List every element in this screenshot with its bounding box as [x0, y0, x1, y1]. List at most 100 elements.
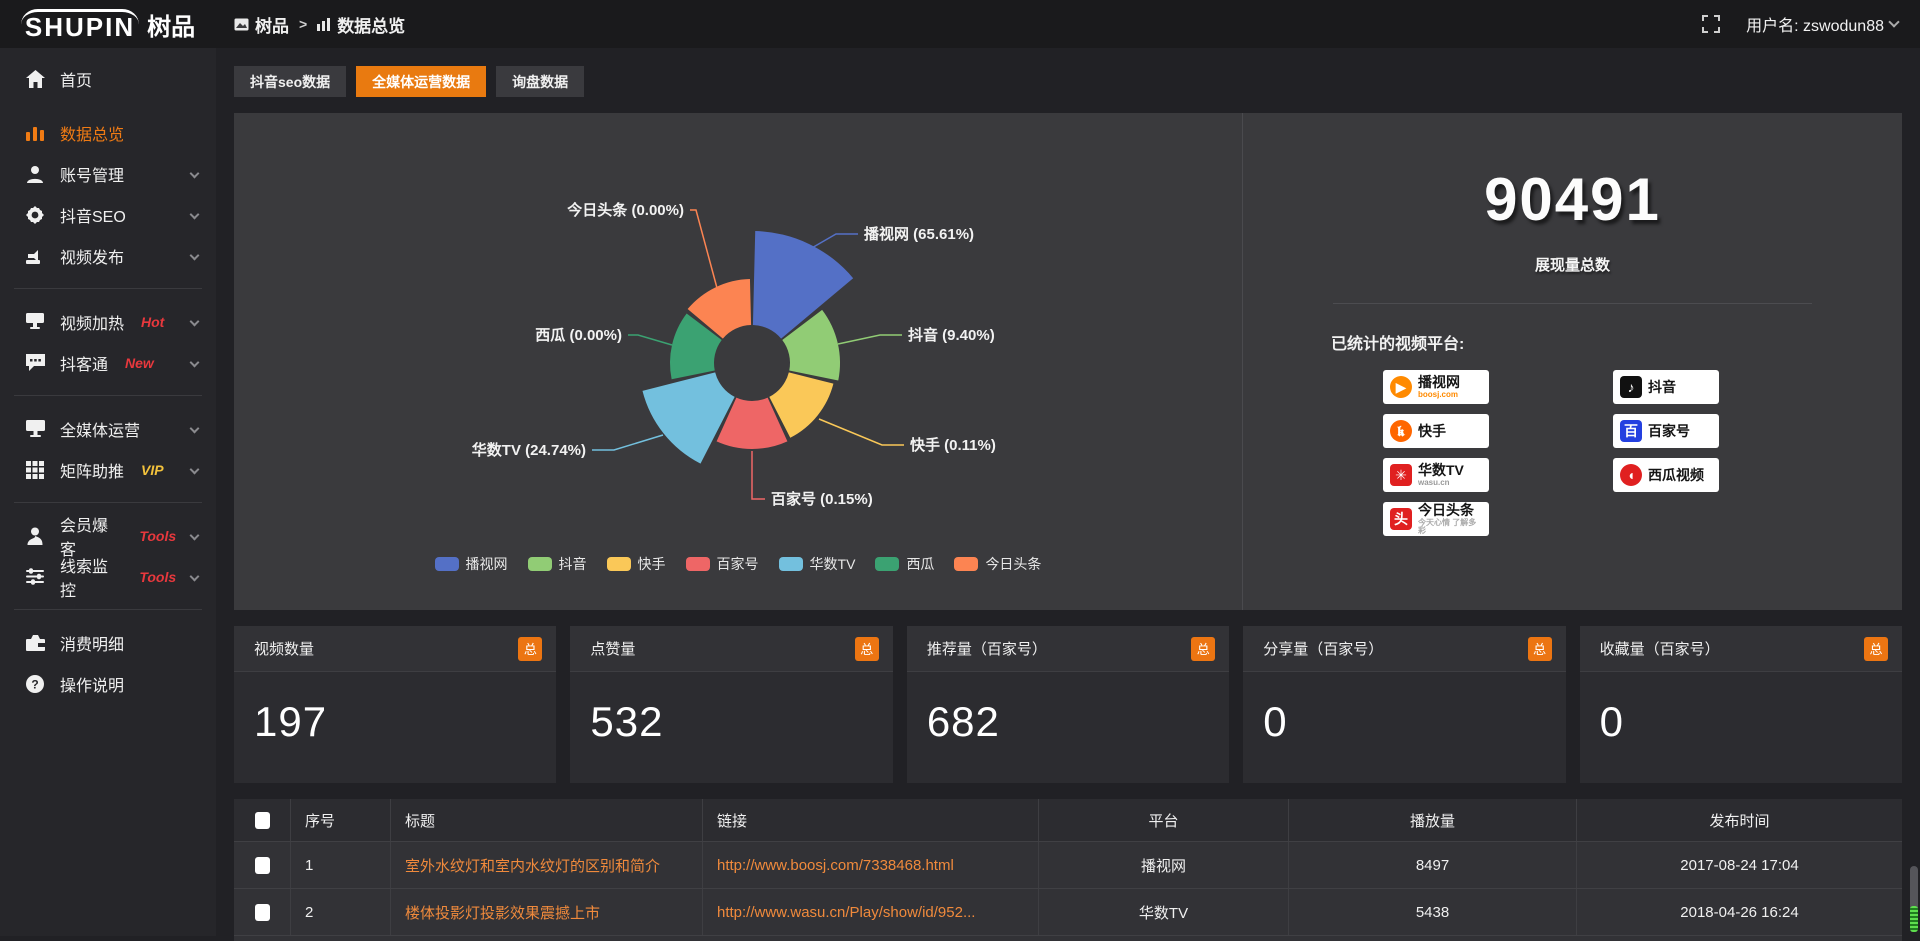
sidebar-item-badge: Tools	[139, 569, 176, 585]
row-checkbox[interactable]	[255, 904, 270, 921]
legend-label: 百家号	[717, 554, 759, 574]
sidebar-item-label: 消费明细	[60, 631, 124, 655]
tab-inactive[interactable]: 抖音seo数据	[234, 66, 346, 97]
table-cell: 1	[290, 842, 390, 888]
pie-label: 华数TV (24.74%)	[472, 441, 586, 459]
legend-label: 西瓜	[906, 554, 934, 574]
legend-label: 快手	[638, 554, 666, 574]
table-cell: 2017-08-24 17:04	[1576, 842, 1902, 888]
platform-badge-name: 西瓜视频	[1648, 468, 1704, 482]
sidebar-item-home[interactable]: 首页	[0, 58, 216, 99]
sidebar-item-label: 视频加热	[60, 310, 124, 334]
pie-label-line	[752, 451, 765, 499]
breadcrumb-label: 数据总览	[337, 12, 405, 37]
stat-card-header: 分享量（百家号）总	[1243, 626, 1565, 672]
sidebar-item-badge: Hot	[141, 314, 164, 330]
pie-slice-1[interactable]	[753, 231, 853, 339]
sidebar-item-grid[interactable]: 矩阵助推VIP	[0, 449, 216, 490]
pie-label-line	[592, 435, 663, 450]
legend-item[interactable]: 西瓜	[875, 554, 934, 574]
table-cell: 2	[290, 889, 390, 935]
total-badge[interactable]: 总	[1528, 637, 1552, 661]
video-title-link[interactable]: 楼体投影灯投影效果震撼上市	[390, 889, 702, 935]
stat-card-value: 0	[1580, 672, 1902, 746]
heat-icon	[26, 312, 45, 331]
stat-card-header: 视频数量总	[234, 626, 556, 672]
fullscreen-icon[interactable]	[1702, 15, 1720, 33]
抖音-logo-icon: ♪	[1620, 376, 1642, 398]
sidebar-item-publish[interactable]: 视频发布	[0, 235, 216, 276]
sidebar-item-sliders[interactable]: 线索监控Tools	[0, 556, 216, 597]
sidebar-divider	[14, 502, 202, 503]
sidebar-item-label: 数据总览	[60, 121, 124, 145]
sidebar-item-wallet[interactable]: 消费明细	[0, 622, 216, 663]
pie-label-line	[819, 419, 904, 445]
video-url-link[interactable]: http://www.boosj.com/7338468.html	[702, 842, 1038, 888]
sidebar-item-chart[interactable]: 数据总览	[0, 112, 216, 153]
sidebar-item-badge: New	[125, 355, 154, 371]
table-cell: 华数TV	[1038, 889, 1288, 935]
快手-logo-icon: 𝖐	[1390, 420, 1412, 442]
table-cell: 8497	[1288, 842, 1576, 888]
legend-item[interactable]: 播视网	[435, 554, 508, 574]
legend-swatch	[954, 557, 978, 571]
total-badge[interactable]: 总	[855, 637, 879, 661]
monitor-icon	[26, 419, 45, 438]
sidebar-item-label: 视频发布	[60, 244, 124, 268]
sidebar-item-monitor[interactable]: 全媒体运营	[0, 408, 216, 449]
table-header-row: 序号标题链接平台播放量发布时间	[234, 799, 1902, 842]
pie-label: 百家号 (0.15%)	[771, 490, 873, 508]
select-all-checkbox[interactable]	[255, 812, 270, 829]
sidebar-item-user[interactable]: 账号管理	[0, 153, 216, 194]
publish-icon	[26, 246, 45, 265]
video-url-link[interactable]: http://www.wasu.cn/Play/show/id/952...	[702, 889, 1038, 935]
user-menu[interactable]: 用户名: zswodun88	[1746, 12, 1898, 36]
person-icon	[26, 526, 45, 545]
sidebar-item-heat[interactable]: 视频加热 Hot	[0, 301, 216, 342]
table-header-cell: 标题	[390, 799, 702, 841]
platform-badges: ▶播视网boosj.com𝖐快手✳华数TVwasu.cn头今日头条今天心情 了解…	[1383, 370, 1902, 536]
platforms-heading: 已统计的视频平台:	[1331, 330, 1902, 354]
西瓜视频-logo-icon: ◖	[1620, 464, 1642, 486]
tab-active[interactable]: 全媒体运营数据	[356, 66, 486, 97]
total-badge[interactable]: 总	[1864, 637, 1888, 661]
sidebar-item-chat[interactable]: 抖客通New	[0, 342, 216, 383]
legend-item[interactable]: 抖音	[528, 554, 587, 574]
stat-card-value: 0	[1243, 672, 1565, 746]
pie-label-line	[838, 335, 902, 344]
sidebar-item-gear[interactable]: 抖音SEO	[0, 194, 216, 235]
tab-inactive[interactable]: 询盘数据	[496, 66, 584, 97]
legend-item[interactable]: 百家号	[686, 554, 759, 574]
sidebar-item-person[interactable]: 会员爆客Tools	[0, 515, 216, 556]
row-checkbox[interactable]	[255, 857, 270, 874]
pie-slice-5[interactable]	[642, 372, 734, 463]
platform-badge-今日头条: 头今日头条今天心情 了解多彩	[1383, 502, 1489, 536]
pie-label: 西瓜 (0.00%)	[535, 327, 622, 344]
legend-label: 抖音	[559, 554, 587, 574]
legend-item[interactable]: 今日头条	[954, 554, 1041, 574]
stat-cards: 视频数量总197点赞量总532推荐量（百家号）总682分享量（百家号）总0收藏量…	[234, 626, 1902, 783]
platform-badge-name: 抖音	[1648, 380, 1676, 394]
video-title-link[interactable]: 室外水纹灯和室内水纹灯的区别和简介	[390, 842, 702, 888]
total-badge[interactable]: 总	[518, 637, 542, 661]
chevron-down-icon	[190, 572, 200, 582]
sidebar-item-label: 首页	[60, 67, 92, 91]
sidebar-item-help[interactable]: ?操作说明	[0, 663, 216, 704]
legend-item[interactable]: 华数TV	[779, 554, 856, 574]
今日头条-logo-icon: 头	[1390, 508, 1412, 530]
sidebar: 首页数据总览账号管理抖音SEO 视频发布视频加热 Hot 抖客通New 全媒体运营矩阵助…	[0, 48, 216, 936]
scrollbar[interactable]	[1909, 48, 1919, 936]
svg-text:?: ?	[31, 677, 38, 691]
table-header-cell: 链接	[702, 799, 1038, 841]
sidebar-item-badge: VIP	[141, 462, 164, 478]
breadcrumb-item-current[interactable]: 数据总览	[317, 12, 405, 37]
legend-item[interactable]: 快手	[607, 554, 666, 574]
platform-share-chart: 播视网 (65.61%)抖音 (9.40%)快手 (0.11%)百家号 (0.1…	[234, 113, 1242, 610]
total-impressions-value: 90491	[1243, 165, 1902, 234]
platform-badge-百家号: 百百家号	[1613, 414, 1719, 448]
total-badge[interactable]: 总	[1191, 637, 1215, 661]
legend-swatch	[686, 557, 710, 571]
breadcrumb-item-home[interactable]: 树品	[234, 12, 289, 37]
platform-badge-name: 华数TV	[1418, 463, 1464, 477]
home-icon	[26, 69, 45, 88]
